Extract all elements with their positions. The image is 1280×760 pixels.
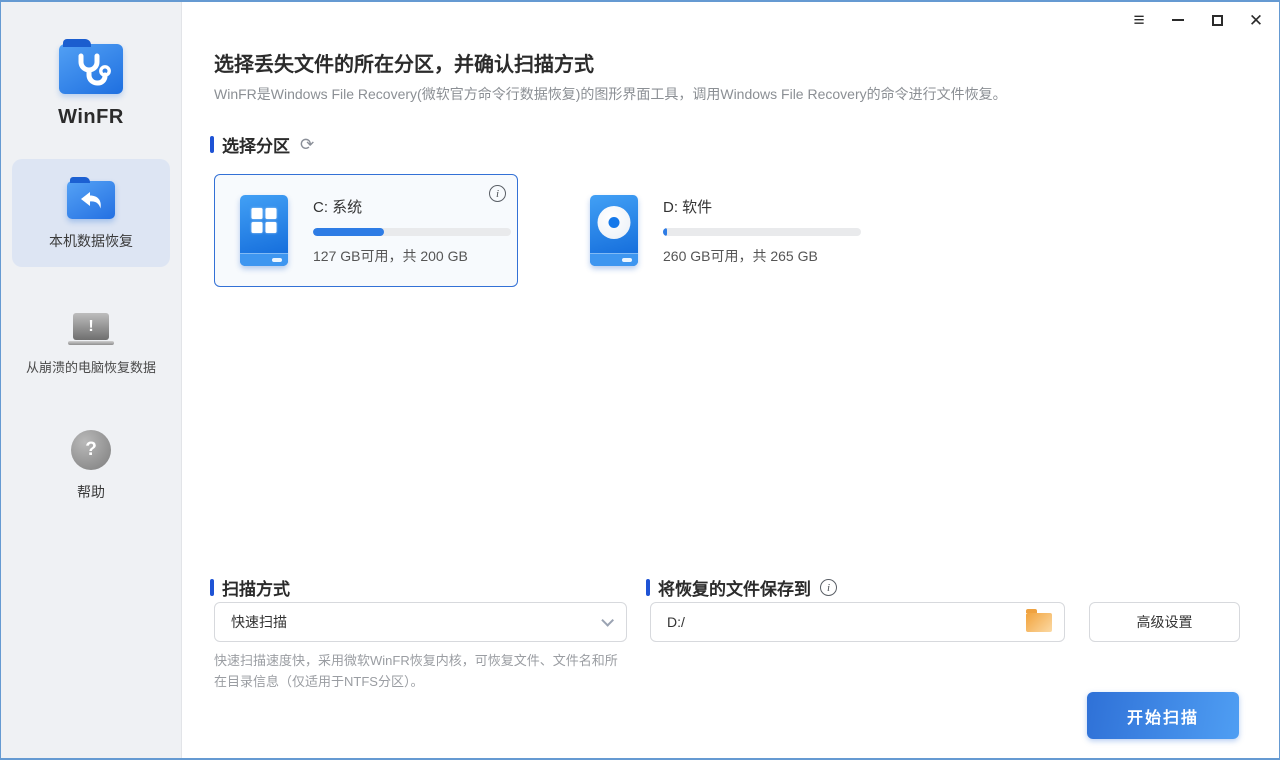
stethoscope-icon — [69, 51, 113, 87]
refresh-icon[interactable]: ⟳ — [300, 136, 314, 153]
scan-mode-selected-value: 快速扫描 — [231, 612, 287, 632]
chevron-down-icon — [601, 614, 614, 627]
drive-usage-bar — [663, 228, 861, 236]
folder-browse-icon[interactable] — [1026, 613, 1052, 632]
scan-mode-description: 快速扫描速度快，采用微软WinFR恢复内核，可恢复文件、文件名和所在目录信息（仅… — [214, 650, 630, 693]
drive-name: D: 软件 — [663, 196, 861, 217]
info-icon[interactable]: i — [489, 185, 506, 202]
drive-name: C: 系统 — [313, 196, 511, 217]
sidebar-item-local-recovery[interactable]: 本机数据恢复 — [12, 159, 170, 267]
section-accent-bar — [646, 579, 650, 596]
recover-folder-icon — [67, 181, 115, 219]
crashed-pc-icon: ! — [67, 313, 115, 345]
save-path-field — [650, 602, 1065, 642]
info-icon[interactable]: i — [820, 579, 837, 596]
system-drive-icon — [240, 195, 288, 266]
sidebar-nav: 本机数据恢复 ! 从崩溃的电脑恢复数据 ? 帮助 — [1, 159, 181, 532]
drive-usage-text: 127 GB可用，共 200 GB — [313, 246, 511, 266]
start-scan-button[interactable]: 开始扫描 — [1087, 692, 1239, 739]
scan-mode-section-header: 扫描方式 — [210, 575, 290, 600]
save-path-input[interactable] — [667, 614, 1026, 630]
drive-card-d[interactable]: D: 软件 260 GB可用，共 265 GB — [564, 174, 868, 287]
maximize-icon[interactable] — [1206, 9, 1228, 31]
help-question-icon: ? — [71, 430, 111, 470]
sidebar-item-label: 从崩溃的电脑恢复数据 — [18, 357, 164, 376]
minimize-icon[interactable] — [1167, 9, 1189, 31]
save-path-section-header: 将恢复的文件保存到 i — [646, 575, 837, 600]
save-path-title: 将恢复的文件保存到 — [658, 575, 811, 600]
disc-drive-icon — [590, 195, 638, 266]
section-accent-bar — [210, 579, 214, 596]
main-content: 选择丢失文件的所在分区，并确认扫描方式 WinFR是Windows File R… — [183, 2, 1279, 758]
drive-card-list: i C: 系统 127 GB可用，共 200 GB — [214, 174, 868, 287]
app-name: WinFR — [1, 106, 181, 129]
sidebar-item-label: 帮助 — [18, 482, 164, 502]
menu-icon[interactable]: ≡ — [1128, 9, 1150, 31]
close-icon[interactable]: ✕ — [1245, 9, 1267, 31]
page-subtitle: WinFR是Windows File Recovery(微软官方命令行数据恢复)… — [214, 84, 1007, 104]
section-accent-bar — [210, 136, 214, 153]
scan-mode-title: 扫描方式 — [222, 575, 290, 600]
disc-icon — [598, 206, 631, 239]
sidebar-item-label: 本机数据恢复 — [18, 231, 164, 251]
sidebar: WinFR 本机数据恢复 ! 从崩溃的电脑恢复数据 ? — [1, 2, 182, 758]
partition-section-header: 选择分区 ⟳ — [210, 132, 314, 157]
page-title: 选择丢失文件的所在分区，并确认扫描方式 — [214, 48, 594, 77]
windows-logo-icon — [252, 208, 277, 233]
app-logo: WinFR — [1, 44, 181, 129]
partition-section-title: 选择分区 — [222, 132, 290, 157]
scan-mode-select[interactable]: 快速扫描 — [214, 602, 627, 642]
drive-usage-text: 260 GB可用，共 265 GB — [663, 246, 861, 266]
sidebar-item-help[interactable]: ? 帮助 — [12, 406, 170, 518]
app-logo-folder-icon — [59, 44, 123, 94]
drive-card-c[interactable]: i C: 系统 127 GB可用，共 200 GB — [214, 174, 518, 287]
drive-usage-bar — [313, 228, 511, 236]
app-window: ≡ ✕ WinFR 本机数据恢复 — [0, 0, 1280, 760]
advanced-settings-button[interactable]: 高级设置 — [1089, 602, 1240, 642]
sidebar-item-crashed-pc-recovery[interactable]: ! 从崩溃的电脑恢复数据 — [12, 281, 170, 392]
window-controls: ≡ ✕ — [1111, 9, 1267, 31]
